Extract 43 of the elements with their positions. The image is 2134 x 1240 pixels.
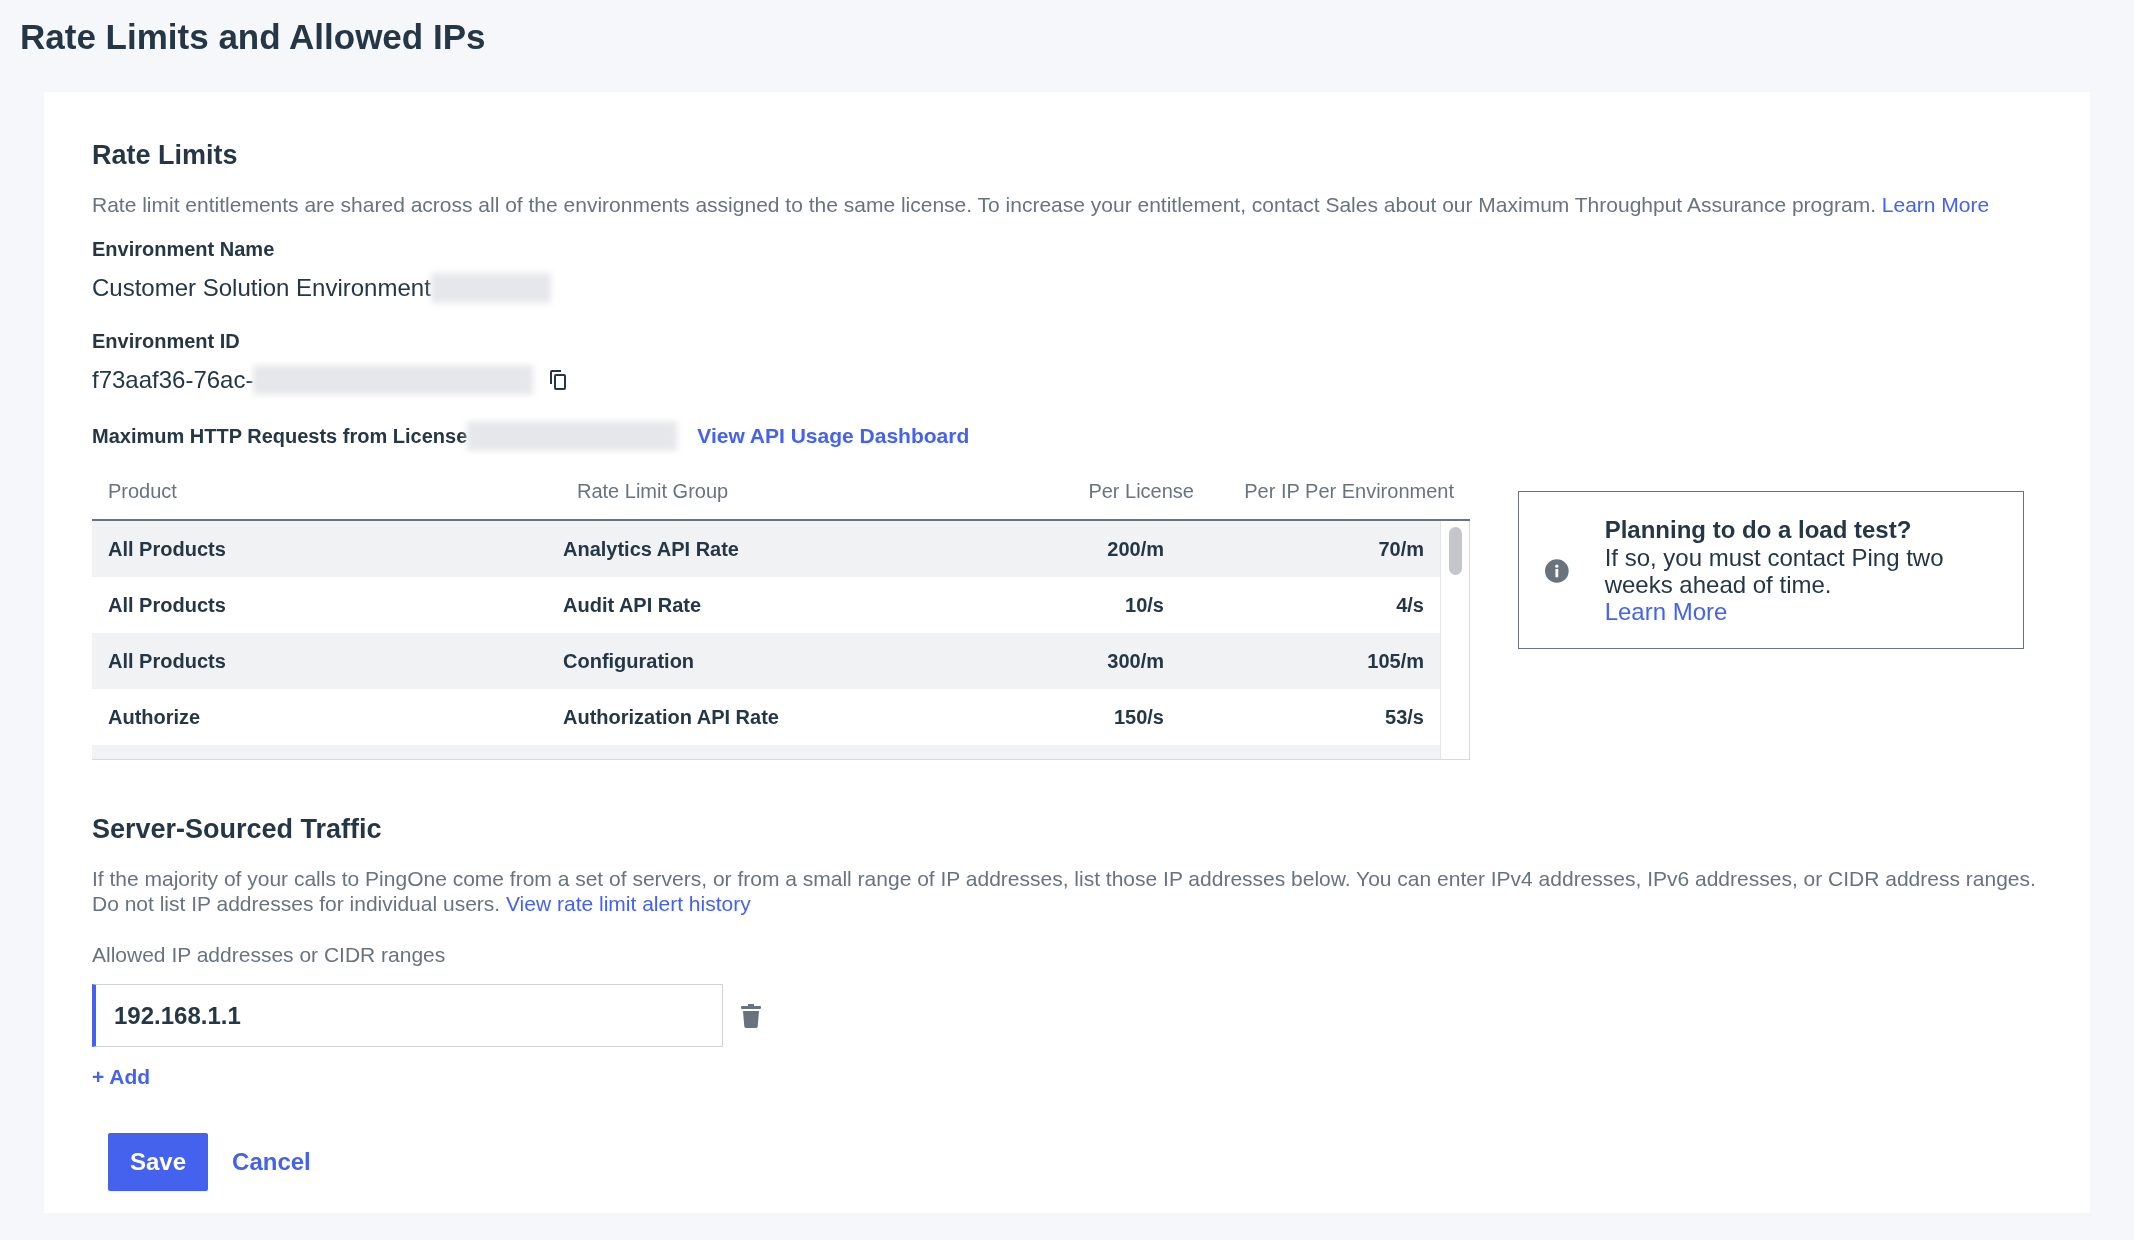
- column-header[interactable]: Per IP Per Environment: [1210, 479, 1470, 503]
- section-description: If the majority of your calls to PingOne come from a set of servers, or from a small range of IP addresses, list those IP addresses below. You can enter IPv4 addresses, IPv6 addresses, or CIDR address ranges. Do not list IP addresses for individual users. View rate limit alert history: [92, 866, 2037, 916]
- table-cell-text: 53/s: [1384, 705, 1425, 729]
- table-cell-text: Configuration: [562, 649, 696, 673]
- dashboard-link[interactable]: View API Usage Dashboard: [697, 424, 970, 448]
- table-cell-text: 70/m: [1377, 537, 1425, 561]
- copy-icon[interactable]: [549, 369, 568, 391]
- table-cell-text: Audit API Rate: [562, 593, 703, 617]
- table-cell-text: 105/m: [1366, 649, 1425, 673]
- column-header[interactable]: Rate Limit Group: [547, 479, 1010, 503]
- column-header[interactable]: Product: [92, 479, 547, 503]
- trash-icon[interactable]: [741, 1003, 761, 1028]
- column-header[interactable]: Per License: [1010, 479, 1210, 503]
- add-link[interactable]: + Add: [92, 1065, 151, 1089]
- field-label: Allowed IP addresses or CIDR ranges: [92, 942, 447, 968]
- table-cell-text: All Products: [107, 537, 227, 561]
- table-cell-text: 4/s: [1395, 593, 1425, 617]
- table-cell-text: 10/s: [1124, 593, 1165, 617]
- table-cell-text: Authorization API Rate: [562, 705, 780, 729]
- table-cell-text: 300/m: [1106, 649, 1165, 673]
- field-value: f73aaf36-76ac-: [92, 365, 254, 395]
- learn-more-link[interactable]: Learn More: [1881, 193, 1990, 216]
- field-label: Maximum HTTP Requests from License: [92, 424, 468, 448]
- table-cell-text: 200/m: [1106, 537, 1165, 561]
- cancel-link[interactable]: Cancel: [232, 1148, 311, 1176]
- table-cell-text: Authorize: [107, 705, 202, 729]
- table-cell-text: All Products: [107, 593, 227, 617]
- notice-title: Planning to do a load test?: [1604, 516, 1913, 544]
- learn-more-link[interactable]: Learn More: [1604, 598, 1728, 625]
- field-label: Environment ID: [92, 329, 241, 353]
- table-cell-text: 150/s: [1112, 705, 1165, 729]
- section-heading: Rate Limits: [92, 139, 239, 172]
- table-cell-text: All Products: [107, 649, 227, 673]
- field-value: Customer Solution Environment: [92, 273, 431, 303]
- table-cell-text: Analytics API Rate: [562, 537, 740, 561]
- save-button[interactable]: Save: [108, 1133, 209, 1191]
- page-title: Rate Limits and Allowed IPs: [20, 16, 487, 58]
- ip-address-field[interactable]: 192.168.1.1: [92, 984, 723, 1047]
- field-label: Environment Name: [92, 237, 276, 261]
- notice-text: If so, you must contact Ping two weeks ahead of time.: [1604, 544, 1945, 598]
- section-description: Rate limit entitlements are shared across all of the environments assigned to the same license. To increase your entitlement, contact Sales about our Maximum Throughput Assurance program. Learn More: [92, 192, 1991, 217]
- section-heading: Server-Sourced Traffic: [92, 813, 383, 846]
- alert-history-link[interactable]: View rate limit alert history: [506, 892, 751, 915]
